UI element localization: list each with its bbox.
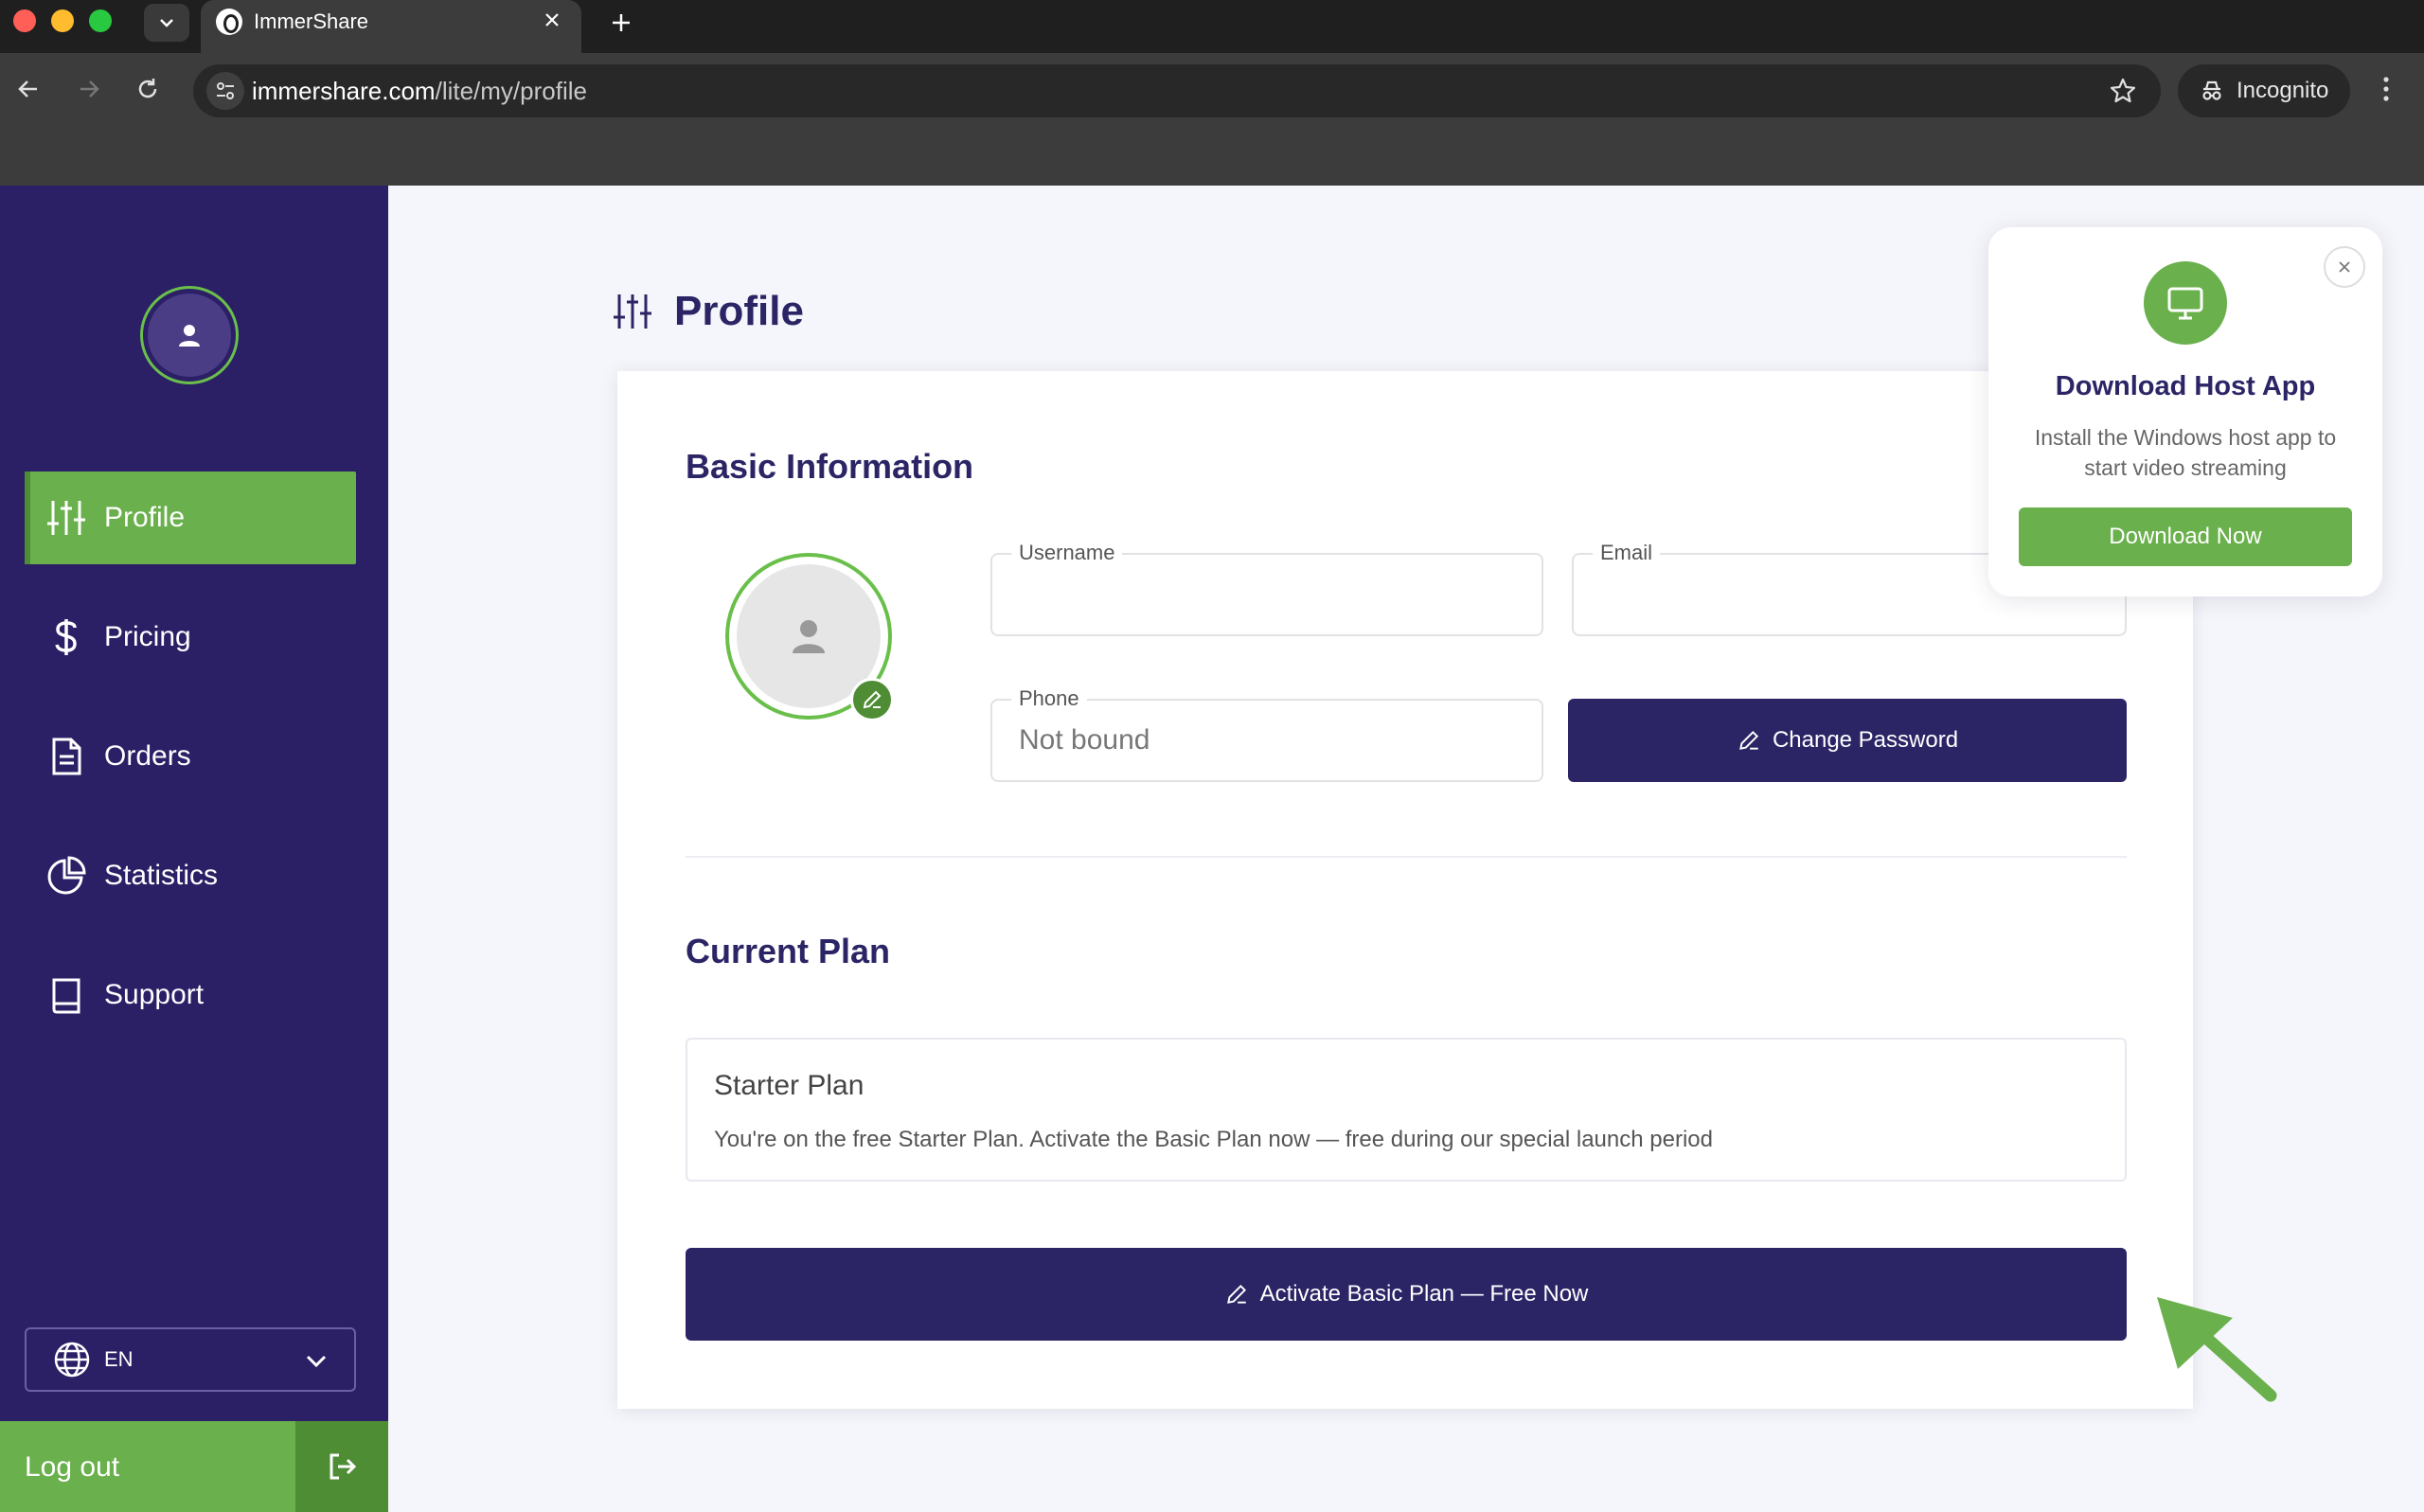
- plan-description: You're on the free Starter Plan. Activat…: [714, 1127, 1713, 1152]
- window-zoom-button[interactable]: [89, 9, 112, 32]
- sidebar-item-label: Profile: [104, 502, 186, 533]
- monitor-icon: [2167, 287, 2203, 320]
- bookmark-button[interactable]: [2106, 74, 2140, 108]
- close-icon: [2339, 261, 2350, 273]
- popup-description: Install the Windows host app to start vi…: [2034, 425, 2337, 480]
- sidebar-item-support[interactable]: Support: [25, 949, 356, 1041]
- url-host: immershare.com: [252, 77, 436, 105]
- pie-chart-icon: [44, 853, 89, 898]
- monitor-badge: [2144, 261, 2227, 345]
- popup-close-button[interactable]: [2324, 246, 2365, 288]
- tab-close-button[interactable]: [538, 6, 566, 34]
- forward-button[interactable]: [68, 68, 110, 110]
- incognito-label: Incognito: [2237, 78, 2329, 103]
- address-bar[interactable]: immershare.com/lite/my/profile: [193, 64, 2161, 117]
- document-icon: [44, 734, 89, 779]
- sidebar-item-statistics[interactable]: Statistics: [25, 829, 356, 922]
- edit-icon: [863, 690, 882, 709]
- arrow-right-icon: [80, 80, 99, 98]
- change-password-label: Change Password: [1772, 727, 1959, 753]
- tab-title: ImmerShare: [254, 9, 369, 33]
- close-icon: [545, 13, 559, 27]
- sidebar-item-label: Orders: [104, 740, 191, 772]
- plan-name: Starter Plan: [714, 1070, 864, 1101]
- reload-button[interactable]: [127, 68, 169, 110]
- logout-label: Log out: [25, 1451, 120, 1483]
- pointer-arrow-icon: [2157, 1297, 2277, 1402]
- tune-icon: [217, 82, 234, 99]
- browser-menu-button[interactable]: [2371, 66, 2401, 112]
- back-button[interactable]: [8, 68, 49, 110]
- dollar-icon: [44, 614, 89, 660]
- window-close-button[interactable]: [13, 9, 36, 32]
- page-title: Profile: [674, 288, 804, 334]
- tab-search-button[interactable]: [144, 4, 189, 42]
- edit-icon: [1739, 730, 1758, 750]
- phone-field: Phone: [990, 687, 1543, 782]
- browser-toolbar: immershare.com/lite/my/profile Incognito: [0, 53, 2424, 186]
- download-now-button[interactable]: Download Now: [2019, 507, 2352, 566]
- profile-card: Basic Information Username Email Phone C…: [617, 371, 2193, 1409]
- chevron-down-icon: [306, 1355, 327, 1368]
- site-favicon-icon: [216, 9, 242, 35]
- incognito-icon: [2202, 80, 2221, 100]
- plan-box: Starter Plan You're on the free Starter …: [686, 1038, 2127, 1182]
- sidebar-item-label: Statistics: [104, 860, 219, 891]
- email-label: Email: [1593, 542, 1661, 564]
- username-input[interactable]: [1019, 574, 1515, 615]
- edit-icon: [1226, 1284, 1246, 1304]
- sidebar: Profile Pricing Orders Statistics Suppor…: [0, 186, 388, 1512]
- incognito-indicator[interactable]: Incognito: [2178, 64, 2350, 117]
- site-info-button[interactable]: [206, 72, 244, 110]
- user-icon: [179, 325, 200, 347]
- username-label: Username: [1011, 542, 1123, 564]
- user-icon: [793, 620, 825, 653]
- logout-icon: [330, 1453, 357, 1480]
- browser-tab-bar: ImmerShare: [0, 0, 2424, 53]
- logout-bar[interactable]: Log out: [0, 1421, 388, 1512]
- sliders-icon: [44, 495, 89, 541]
- url-path: /lite/my/profile: [435, 77, 587, 105]
- sidebar-item-orders[interactable]: Orders: [25, 710, 356, 803]
- activate-plan-button[interactable]: Activate Basic Plan — Free Now: [686, 1248, 2127, 1341]
- username-field: Username: [990, 542, 1543, 636]
- language-select[interactable]: EN: [25, 1327, 356, 1392]
- url-text: immershare.com/lite/my/profile: [252, 77, 587, 105]
- window-minimize-button[interactable]: [51, 9, 74, 32]
- sidebar-item-pricing[interactable]: Pricing: [25, 591, 356, 684]
- avatar-edit-button[interactable]: [850, 678, 894, 721]
- sidebar-item-label: Pricing: [104, 621, 191, 652]
- star-icon: [2110, 78, 2136, 103]
- change-password-button[interactable]: Change Password: [1568, 699, 2127, 782]
- more-vertical-icon: [2383, 77, 2389, 101]
- profile-avatar[interactable]: [725, 553, 894, 721]
- chevron-down-icon: [160, 19, 173, 27]
- sidebar-nav: Profile Pricing Orders Statistics Suppor…: [25, 471, 356, 1068]
- arrow-left-icon: [18, 80, 37, 98]
- sidebar-item-label: Support: [104, 979, 205, 1010]
- sidebar-avatar[interactable]: [140, 286, 239, 384]
- activate-plan-label: Activate Basic Plan — Free Now: [1259, 1281, 1589, 1307]
- page-header: Profile: [612, 288, 804, 335]
- browser-tab[interactable]: ImmerShare: [201, 0, 581, 53]
- phone-label: Phone: [1011, 687, 1087, 710]
- download-popup: Download Host App Install the Windows ho…: [1988, 227, 2382, 596]
- popup-title: Download Host App: [2055, 371, 2316, 401]
- reload-icon: [138, 79, 157, 98]
- current-plan-title: Current Plan: [686, 932, 891, 970]
- sidebar-item-profile[interactable]: Profile: [25, 471, 356, 564]
- sliders-icon: [614, 294, 651, 329]
- logout-button[interactable]: [295, 1421, 388, 1512]
- plus-icon: [613, 14, 630, 31]
- section-divider: [686, 856, 2127, 858]
- basic-info-title: Basic Information: [686, 447, 974, 486]
- book-icon: [44, 972, 89, 1018]
- phone-input[interactable]: [1019, 720, 1515, 761]
- globe-icon: [54, 1342, 90, 1378]
- new-tab-button[interactable]: [602, 4, 640, 42]
- language-value: EN: [104, 1347, 134, 1371]
